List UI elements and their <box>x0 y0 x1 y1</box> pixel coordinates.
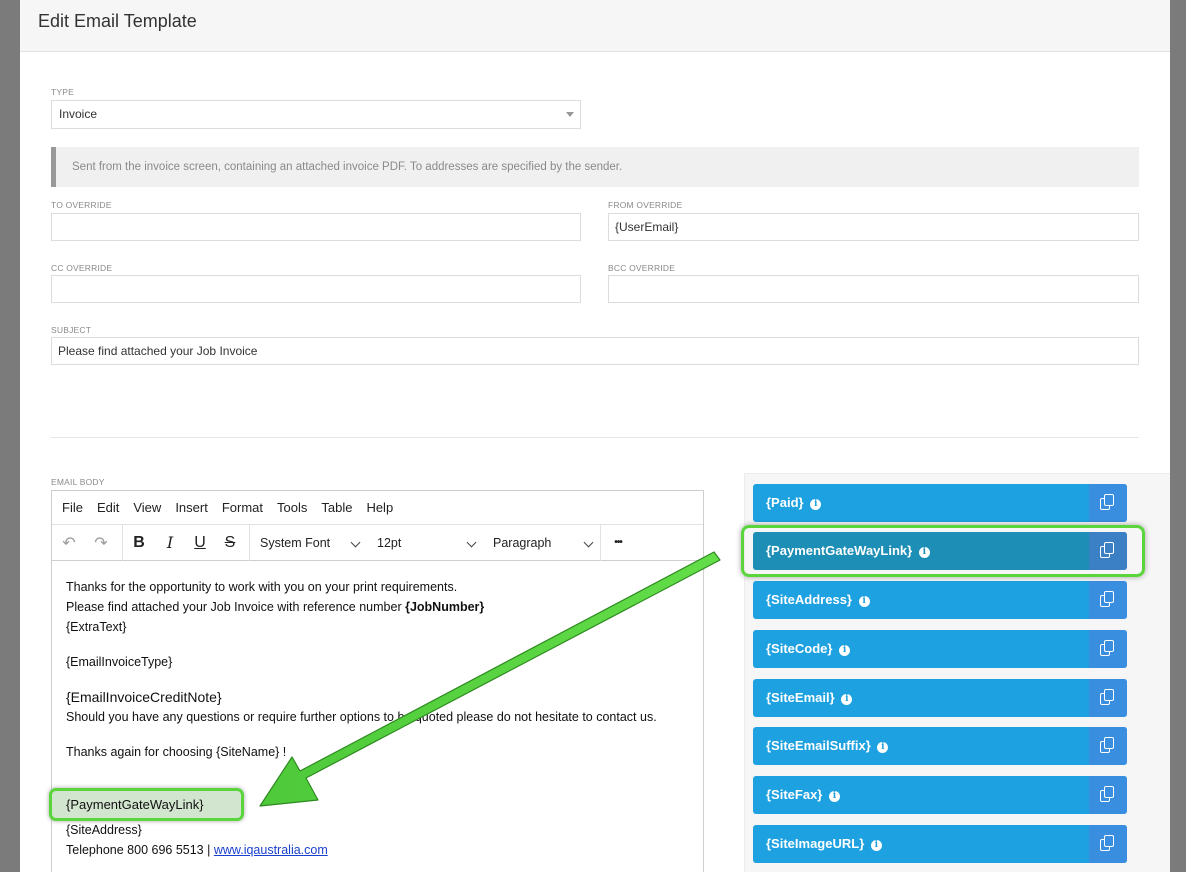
block-format-select[interactable]: Paragraph <box>483 525 600 561</box>
payment-gateway-link-token: {PaymentGateWayLink} <box>49 788 244 821</box>
info-icon[interactable]: i <box>858 596 870 607</box>
editor-toolbar: ↶ ↷ B I U S System Font 12pt Paragraph •… <box>52 524 703 561</box>
body-line: {EmailInvoiceType} <box>66 655 173 669</box>
menu-insert[interactable]: Insert <box>175 500 208 515</box>
body-line: Should you have any questions or require… <box>66 710 657 724</box>
job-number-token: {JobNumber} <box>405 600 485 614</box>
undo-icon[interactable]: ↶ <box>52 525 86 561</box>
copy-icon[interactable] <box>1089 484 1127 522</box>
placeholder-label: {SiteImageURL} <box>766 836 865 851</box>
template-description: Sent from the invoice screen, containing… <box>51 147 1139 187</box>
body-line: Thanks for the opportunity to work with … <box>66 580 458 594</box>
bold-button[interactable]: B <box>123 525 155 561</box>
bcc-override-input[interactable] <box>608 275 1139 303</box>
header: Edit Email Template <box>20 0 1170 52</box>
bcc-override-label: BCC OVERRIDE <box>608 263 676 273</box>
placeholder-label: {SiteEmail} <box>766 690 835 705</box>
body-line: {EmailInvoiceCreditNote} <box>66 689 222 705</box>
body-line: {SiteAddress} <box>66 823 142 837</box>
editor-menubar: File Edit View Insert Format Tools Table… <box>52 491 703 525</box>
redo-icon[interactable]: ↷ <box>86 525 116 561</box>
menu-view[interactable]: View <box>133 500 161 515</box>
type-select[interactable]: Invoice <box>51 100 581 129</box>
dropdown-caret-icon <box>566 112 574 117</box>
type-select-value: Invoice <box>59 107 98 121</box>
menu-format[interactable]: Format <box>222 500 263 515</box>
more-options-icon[interactable]: ••• <box>601 525 635 561</box>
placeholder-chip[interactable]: {SiteEmailSuffix} i <box>753 727 1127 765</box>
placeholder-chip[interactable]: {SiteCode} i <box>753 630 1127 668</box>
to-override-input[interactable] <box>51 213 581 241</box>
italic-button[interactable]: I <box>155 525 185 561</box>
edit-email-template-panel: Edit Email Template TYPE Invoice Sent fr… <box>20 0 1170 872</box>
body-line: Telephone 800 696 5513 | www.iqaustralia… <box>66 840 686 860</box>
placeholder-label: {SiteAddress} <box>766 592 852 607</box>
placeholder-label: {SiteFax} <box>766 787 823 802</box>
body-line: Thanks again for choosing {SiteName} ! <box>66 745 287 759</box>
from-override-label: FROM OVERRIDE <box>608 200 683 210</box>
strikethrough-button[interactable]: S <box>215 525 245 561</box>
font-size-value: 12pt <box>377 535 402 550</box>
info-icon[interactable]: i <box>841 694 853 705</box>
chevron-down-icon <box>583 537 594 547</box>
copy-icon[interactable] <box>1089 679 1127 717</box>
divider <box>51 437 1139 438</box>
menu-help[interactable]: Help <box>366 500 393 515</box>
placeholder-chip[interactable]: {SiteFax} i <box>753 776 1127 814</box>
body-line: {ExtraText} <box>66 620 127 634</box>
block-format-value: Paragraph <box>493 535 552 550</box>
placeholder-label: {SiteEmailSuffix} <box>766 738 871 753</box>
from-override-input[interactable]: {UserEmail} <box>608 213 1139 241</box>
menu-table[interactable]: Table <box>321 500 352 515</box>
cc-override-label: CC OVERRIDE <box>51 263 113 273</box>
type-label: TYPE <box>51 87 75 97</box>
placeholder-label: {Paid} <box>766 495 804 510</box>
placeholder-chip[interactable]: {SiteEmail} i <box>753 679 1127 717</box>
to-override-label: TO OVERRIDE <box>51 200 112 210</box>
info-icon[interactable]: i <box>877 742 889 753</box>
copy-icon[interactable] <box>1089 727 1127 765</box>
font-family-select[interactable]: System Font <box>250 525 367 561</box>
placeholder-chip[interactable]: {Paid} i <box>753 484 1127 522</box>
website-link[interactable]: www.iqaustralia.com <box>214 843 328 857</box>
email-body-label: EMAIL BODY <box>51 477 105 487</box>
body-line: Please find attached your Job Invoice wi… <box>66 597 686 617</box>
copy-icon[interactable] <box>1089 630 1127 668</box>
placeholder-chip[interactable]: {SiteAddress} i <box>753 581 1127 619</box>
underline-button[interactable]: U <box>185 525 215 561</box>
page-title: Edit Email Template <box>38 11 197 31</box>
chevron-down-icon <box>466 537 477 547</box>
info-icon[interactable]: i <box>829 791 840 802</box>
menu-tools[interactable]: Tools <box>277 500 307 515</box>
placeholder-chip[interactable]: {SiteImageURL} i <box>753 825 1127 863</box>
body-text: Please find attached your Job Invoice wi… <box>66 600 406 614</box>
info-icon[interactable]: i <box>870 840 882 851</box>
menu-file[interactable]: File <box>62 500 83 515</box>
placeholder-label: {SiteCode} <box>766 641 833 656</box>
copy-icon[interactable] <box>1089 581 1127 619</box>
font-family-value: System Font <box>260 535 331 550</box>
cc-override-input[interactable] <box>51 275 581 303</box>
copy-icon[interactable] <box>1089 825 1127 863</box>
font-size-select[interactable]: 12pt <box>367 525 483 561</box>
menu-edit[interactable]: Edit <box>97 500 119 515</box>
chevron-down-icon <box>350 537 361 547</box>
info-icon[interactable]: i <box>810 499 822 510</box>
copy-icon[interactable] <box>1089 776 1127 814</box>
body-text: Telephone 800 696 5513 | <box>66 843 214 857</box>
subject-label: SUBJECT <box>51 325 92 335</box>
subject-input[interactable]: Please find attached your Job Invoice <box>51 337 1139 365</box>
info-icon[interactable]: i <box>839 645 851 656</box>
highlight-outline <box>741 525 1145 577</box>
